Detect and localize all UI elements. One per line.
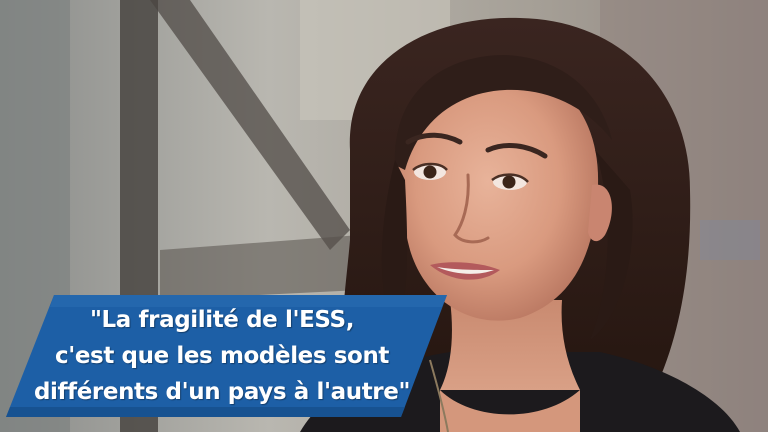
quote-line-1: "La fragilité de l'ESS, <box>89 307 355 333</box>
quote-line-3: différents d'un pays à l'autre" <box>33 379 411 405</box>
quote-banner: "La fragilité de l'ESS, c'est que les mo… <box>6 295 447 417</box>
quote-text: "La fragilité de l'ESS, c'est que les mo… <box>20 302 424 410</box>
quote-line-2: c'est que les modèles sont <box>54 343 390 369</box>
video-frame: "La fragilité de l'ESS, c'est que les mo… <box>0 0 768 432</box>
